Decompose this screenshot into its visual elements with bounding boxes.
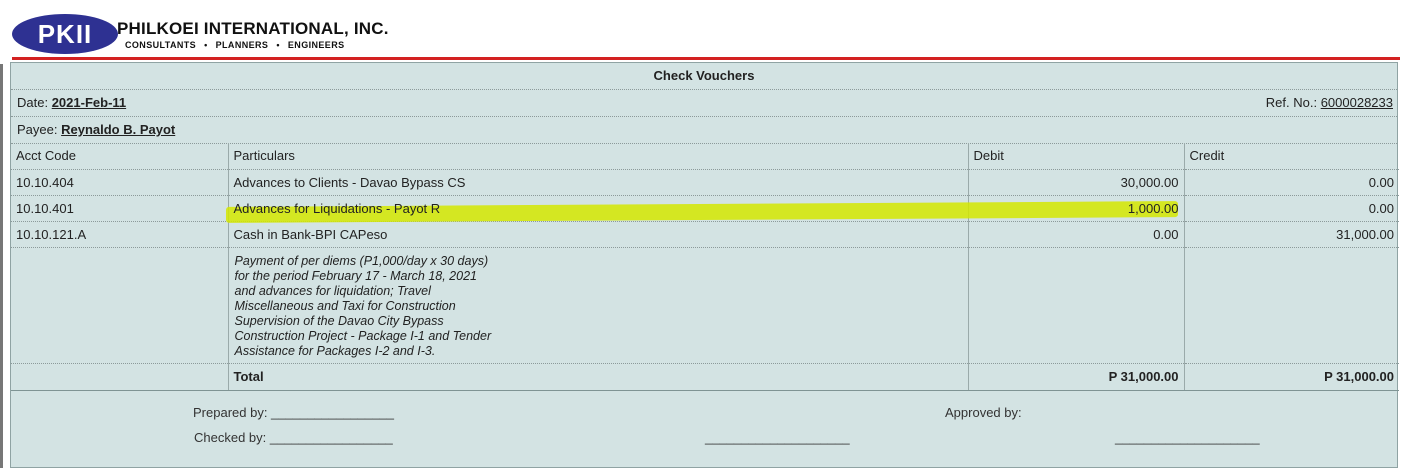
- company-name: PHILKOEI INTERNATIONAL, INC.: [117, 19, 389, 38]
- memo-cell: Payment of per diems (P1,000/day x 30 da…: [228, 247, 969, 364]
- total-code-cell: [11, 363, 229, 391]
- acct-code-cell: 10.10.401: [11, 195, 229, 222]
- header-divider: [12, 57, 1400, 60]
- column-header-particulars: Particulars: [228, 143, 969, 170]
- debit-text: 1,000.00: [1127, 200, 1179, 216]
- approved-by-label: Approved by:: [945, 405, 1022, 420]
- signature-line: ____________________: [705, 430, 850, 445]
- table-row: 10.10.121.A Cash in Bank-BPI CAPeso 0.00…: [11, 221, 1399, 248]
- prepared-by-field: Prepared by: _________________: [193, 405, 394, 420]
- memo-line: Supervision of the Davao City Bypass: [234, 313, 444, 328]
- total-label: Total: [228, 363, 969, 391]
- company-logo: PKII: [12, 14, 118, 54]
- tagline-separator: •: [204, 40, 208, 50]
- checked-by-field: Checked by: _________________: [194, 430, 393, 445]
- memo-row: Payment of per diems (P1,000/day x 30 da…: [11, 247, 1399, 364]
- particulars-text: Advances for Liquidations - Payot R: [233, 200, 441, 216]
- column-header-credit: Credit: [1184, 143, 1399, 170]
- column-header-acct-code: Acct Code: [11, 143, 229, 170]
- total-debit: P 31,000.00: [968, 363, 1185, 391]
- left-edge-bar: [0, 64, 3, 468]
- credit-cell: 31,000.00: [1184, 221, 1399, 248]
- memo-line: Construction Project - Package I-1 and T…: [234, 328, 492, 343]
- particulars-cell: Advances to Clients - Davao Bypass CS: [228, 169, 969, 196]
- date-ref-row: Date: 2021-Feb-11 Ref. No.: 6000028233: [11, 89, 1397, 117]
- particulars-cell: Advances for Liquidations - Payot R: [225, 195, 1178, 223]
- table-row-highlighted: 10.10.401 Advances for Liquidations - Pa…: [11, 195, 1399, 223]
- tagline-engineers: ENGINEERS: [287, 40, 345, 50]
- acct-code-cell: 10.10.121.A: [11, 221, 229, 248]
- memo-line: for the period February 17 - March 18, 2…: [234, 268, 478, 283]
- memo-line: Assistance for Packages I-2 and I-3.: [234, 343, 436, 358]
- ref-value: 6000028233: [1320, 95, 1393, 110]
- memo-debit-cell: [968, 247, 1185, 364]
- memo-line: and advances for liquidation; Travel: [234, 283, 431, 298]
- memo-line: Payment of per diems (P1,000/day x 30 da…: [234, 253, 489, 268]
- company-header: PKII PHILKOEI INTERNATIONAL, INC. CONSUL…: [12, 10, 1400, 60]
- acct-code-cell: 10.10.404: [11, 169, 229, 196]
- column-header-debit: Debit: [968, 143, 1185, 170]
- memo-text: Payment of per diems (P1,000/day x 30 da…: [234, 254, 963, 359]
- memo-line: Miscellaneous and Taxi for Construction: [234, 298, 456, 313]
- signature-line: ____________________: [1115, 430, 1260, 445]
- ref-field: Ref. No.: 6000028233: [1266, 89, 1393, 116]
- date-field: Date: 2021-Feb-11: [17, 89, 126, 116]
- total-row: Total P 31,000.00 P 31,000.00: [11, 363, 1399, 391]
- company-tagline: CONSULTANTS • PLANNERS • ENGINEERS: [125, 40, 345, 50]
- credit-cell: 0.00: [1184, 195, 1399, 222]
- logo-text: PKII: [37, 18, 93, 49]
- table-row: 10.10.404 Advances to Clients - Davao By…: [11, 169, 1399, 196]
- tagline-consultants: CONSULTANTS: [125, 40, 197, 50]
- voucher-title: Check Vouchers: [11, 63, 1397, 90]
- memo-credit-cell: [1184, 247, 1399, 364]
- payee-row: Payee: Reynaldo B. Payot: [11, 116, 1397, 144]
- check-voucher-panel: Check Vouchers Date: 2021-Feb-11 Ref. No…: [10, 62, 1399, 468]
- payee-label: Payee:: [17, 122, 58, 137]
- credit-cell: 0.00: [1184, 169, 1399, 196]
- particulars-cell: Cash in Bank-BPI CAPeso: [228, 221, 969, 248]
- ref-label: Ref. No.:: [1265, 95, 1318, 110]
- payee-value: Reynaldo B. Payot: [61, 122, 176, 137]
- voucher-lines-table: Acct Code Particulars Debit Credit 10.10…: [11, 143, 1399, 391]
- memo-code-cell: [11, 247, 229, 364]
- date-label: Date:: [17, 95, 49, 110]
- date-value: 2021-Feb-11: [51, 95, 127, 110]
- tagline-separator: •: [276, 40, 280, 50]
- debit-cell: 0.00: [968, 221, 1185, 248]
- tagline-planners: PLANNERS: [215, 40, 269, 50]
- payee-field: Payee: Reynaldo B. Payot: [17, 116, 175, 143]
- total-credit: P 31,000.00: [1184, 363, 1399, 391]
- table-header-row: Acct Code Particulars Debit Credit: [11, 143, 1399, 170]
- debit-cell: 30,000.00: [968, 169, 1185, 196]
